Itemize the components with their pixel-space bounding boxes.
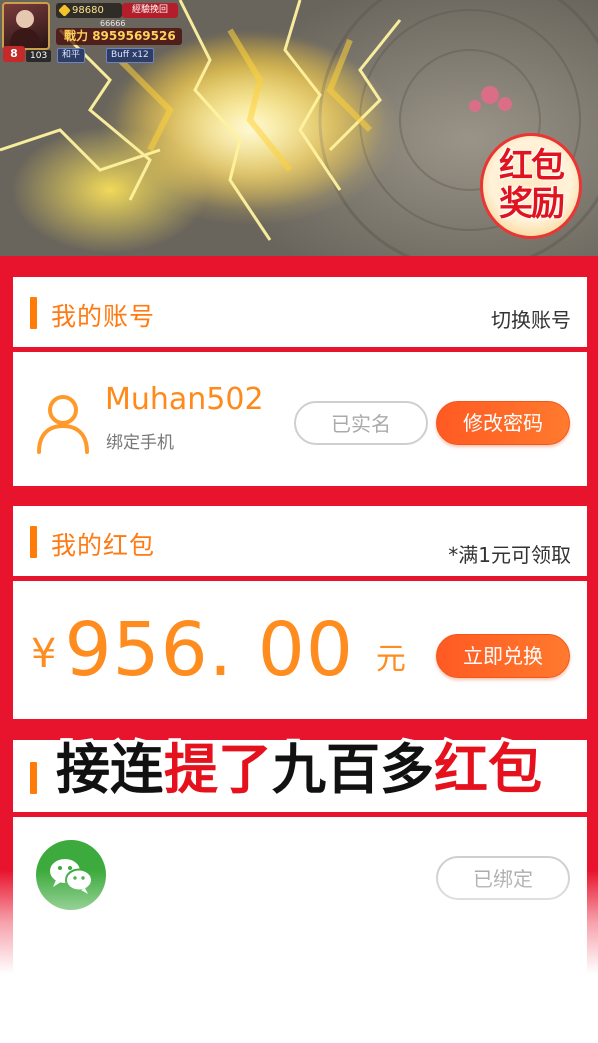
red-packet-reward-badge[interactable]: 红包 奖励 — [483, 136, 579, 236]
red-packet-card: ¥956. 00 元 立即兑换 — [13, 581, 587, 719]
caption-part2: 提了 — [161, 735, 276, 805]
wechat-icon — [36, 840, 106, 910]
reward-badge-line1: 红包 — [499, 146, 565, 186]
accent-bar — [30, 526, 37, 558]
account-section-title: 我的账号 — [51, 302, 156, 331]
combat-power-value: 8959569526 — [92, 29, 176, 43]
username: Muhan502 — [105, 382, 264, 417]
video-caption: 接连提了九百多红包 — [0, 735, 598, 805]
buff-chip[interactable]: Buff x12 — [106, 48, 154, 63]
caption-part1: 接连 — [53, 735, 168, 805]
game-banner: 8 103 98680 經驗挽回 66666 戰力 8959569526 和平 … — [0, 0, 598, 256]
wechat-card: 已绑定 — [13, 817, 587, 1043]
hud-sub-value: 66666 — [100, 19, 126, 28]
player-avatar[interactable] — [2, 2, 50, 50]
amount-value: 956. 00 — [64, 607, 354, 693]
change-password-button[interactable]: 修改密码 — [436, 401, 570, 445]
user-icon — [37, 395, 89, 454]
red-packet-section-header: 我的红包 *满1元可领取 — [13, 506, 587, 576]
mode-chip[interactable]: 和平 — [57, 48, 86, 63]
player-level: 8 — [3, 46, 25, 62]
accent-bar — [30, 297, 37, 329]
red-packet-amount: ¥956. 00 元 — [31, 607, 406, 693]
amount-unit: 元 — [375, 642, 406, 677]
player-level-tag: 103 — [26, 50, 52, 62]
gold-counter: 98680 — [56, 3, 122, 18]
reward-badge-line2: 奖励 — [499, 184, 565, 224]
account-card: Muhan502 绑定手机 已实名 修改密码 — [13, 352, 587, 486]
wechat-bound-button[interactable]: 已绑定 — [436, 856, 570, 900]
verified-button[interactable]: 已实名 — [294, 401, 428, 445]
exp-recover-button[interactable]: 經驗挽回 — [122, 3, 178, 18]
claim-threshold-note: *满1元可领取 — [448, 543, 571, 567]
redeem-now-button[interactable]: 立即兑换 — [436, 634, 570, 678]
switch-account-link[interactable]: 切换账号 — [491, 304, 571, 333]
caption-part4: 红包 — [431, 735, 546, 805]
caption-part3: 九百多 — [269, 735, 438, 805]
combat-power-label: 戰力 — [64, 29, 89, 43]
bound-phone-label[interactable]: 绑定手机 — [106, 428, 174, 453]
player-hud: 8 103 98680 經驗挽回 66666 戰力 8959569526 和平 … — [0, 0, 185, 64]
account-section-header: 我的账号 切换账号 — [13, 277, 587, 347]
currency-symbol: ¥ — [31, 631, 57, 677]
red-packet-section-title: 我的红包 — [51, 531, 156, 560]
combat-power: 戰力 8959569526 — [56, 28, 182, 45]
